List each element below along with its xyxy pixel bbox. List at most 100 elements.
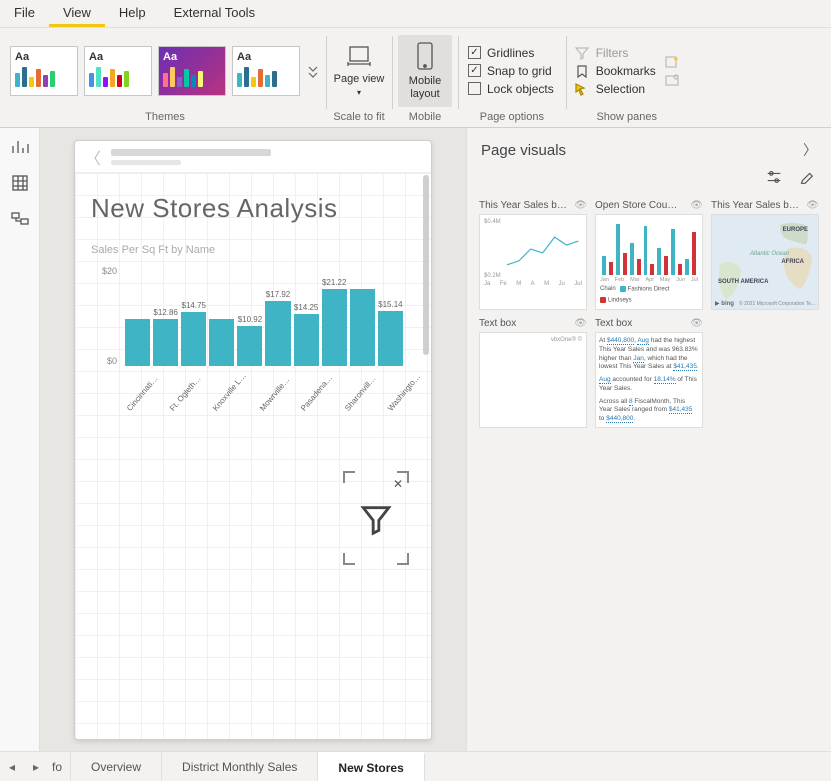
bar-column[interactable] [209,317,234,366]
bar-column[interactable] [125,317,150,366]
selection-pane-toggle[interactable]: Selection [574,82,656,96]
ribbon-group-mobile: Mobile layout Mobile [392,28,458,127]
tab-nav-next[interactable]: ▸ [24,752,48,781]
ribbon-group-show-panes: Filters Bookmarks Selection Show panes [566,28,688,127]
bar-column[interactable]: $12.86 [153,308,178,366]
remove-visual-icon[interactable]: ✕ [393,477,403,491]
visual-card-line[interactable]: This Year Sales b…👁 $0.4M$0.2M JaFeMAMJu… [479,200,587,310]
tab-new-stores[interactable]: New Stores [318,752,424,781]
panel-toolbar [467,168,831,194]
ribbon-label-themes: Themes [145,109,185,125]
mobile-frame: 〈 New Stores Analysis Sales Per Sq Ft by… [74,140,432,740]
menu-external-tools[interactable]: External Tools [160,0,269,27]
theme-thumb-3[interactable]: Aa [158,46,226,96]
visual-card-title: Open Store Cou… [595,200,677,211]
page-view-button[interactable]: Page view ▾ [332,35,386,107]
report-canvas[interactable]: 〈 New Stores Analysis Sales Per Sq Ft by… [40,128,466,751]
model-view-icon[interactable] [11,210,29,228]
checkbox-unchecked-icon [468,82,481,95]
bar-column[interactable] [350,287,375,366]
ribbon-label-scale: Scale to fit [333,109,384,125]
performance-icon [664,73,680,87]
resize-handle[interactable] [343,471,355,483]
mobile-icon [414,41,436,71]
theme-dropdown[interactable] [306,46,320,96]
report-title: New Stores Analysis [87,183,419,244]
theme-sample-text: Aa [15,51,73,63]
bar-chart-visual[interactable]: $20 $0 $12.86$14.75$10.92$17.92$14.25$21… [91,266,403,386]
theme-sample-text: Aa [89,51,147,63]
theme-sample-text: Aa [237,51,295,63]
menu-bar: File View Help External Tools [0,0,831,28]
tab-nav-prev[interactable]: ◂ [0,752,24,781]
page-visuals-panel: Page visuals 〉 This Year Sales b…👁 $0.4M… [466,128,831,751]
mobile-canvas[interactable]: New Stores Analysis Sales Per Sq Ft by N… [75,173,431,739]
visibility-icon[interactable]: 👁 [690,318,703,329]
slicer-visual[interactable]: ✕ [343,471,409,565]
panel-header: Page visuals 〉 [467,128,831,168]
performance-toggle[interactable] [664,73,680,87]
ribbon-group-themes: Aa Aa Aa Aa Themes [10,28,326,127]
menu-help[interactable]: Help [105,0,160,27]
visual-card-textbox1[interactable]: Text box👁 vbxOne® © [479,318,587,428]
main-area: 〈 New Stores Analysis Sales Per Sq Ft by… [0,128,831,751]
theme-thumb-1[interactable]: Aa [10,46,78,96]
back-icon[interactable]: 〈 [85,145,101,169]
visibility-icon[interactable]: 👁 [806,200,819,211]
theme-sample-text: Aa [163,51,221,63]
bar-column[interactable]: $15.14 [378,300,403,366]
data-view-icon[interactable] [11,174,29,192]
visibility-icon[interactable]: 👁 [690,200,703,211]
gridlines-checkbox[interactable]: ✓Gridlines [468,46,554,60]
resize-handle[interactable] [397,553,409,565]
theme-thumb-2[interactable]: Aa [84,46,152,96]
collapse-panel-icon[interactable]: 〉 [803,140,817,160]
bar-column[interactable]: $14.75 [181,301,206,366]
visual-card-bars[interactable]: Open Store Cou…👁 JanFebMarAprMayJunJul C… [595,200,703,310]
filters-pane-toggle[interactable]: Filters [574,46,656,60]
checkbox-checked-icon: ✓ [468,64,481,77]
panel-title: Page visuals [481,142,566,159]
line-chart-thumb [503,219,582,279]
funnel-icon [359,499,393,539]
mobile-header: 〈 [75,141,431,173]
eraser-icon[interactable] [797,168,815,186]
bookmark-icon [574,64,590,78]
bookmarks-pane-toggle[interactable]: Bookmarks [574,64,656,78]
visibility-icon[interactable]: 👁 [574,318,587,329]
tab-overview[interactable]: Overview [71,752,162,781]
clustered-bar-thumb [600,219,698,275]
visual-card-textbox2[interactable]: Text box👁 At $440,800, Aug had the highe… [595,318,703,428]
ribbon-label-mobile: Mobile [409,109,441,125]
tab-district-monthly-sales[interactable]: District Monthly Sales [162,752,318,781]
chevron-down-icon [308,64,318,78]
visual-card-title: Text box [479,318,516,329]
bar-column[interactable]: $10.92 [237,315,262,366]
scrollbar[interactable] [423,175,429,355]
mobile-layout-button[interactable]: Mobile layout [398,35,452,107]
menu-file[interactable]: File [0,0,49,27]
page-view-icon [345,43,373,69]
sync-slicers-toggle[interactable] [664,55,680,69]
theme-thumb-4[interactable]: Aa [232,46,300,96]
visibility-icon[interactable]: 👁 [574,200,587,211]
funnel-icon [574,46,590,60]
lock-objects-checkbox[interactable]: Lock objects [468,82,554,96]
settings-icon[interactable] [765,168,783,186]
resize-handle[interactable] [343,553,355,565]
bar-column[interactable]: $14.25 [294,303,319,366]
tab-partial[interactable]: fo [48,752,71,781]
bar-column[interactable]: $17.92 [265,290,290,366]
bar-column[interactable]: $21.22 [322,278,347,366]
chart-subtitle: Sales Per Sq Ft by Name [87,244,419,266]
ribbon-label-page-options: Page options [480,109,544,125]
report-view-icon[interactable] [11,138,29,156]
map-thumb: EUROPE AFRICA SOUTH AMERICA Atlantic Oce… [711,214,819,310]
textbox-content: At $440,800, Aug had the highest This Ye… [595,332,703,428]
snap-to-grid-checkbox[interactable]: ✓Snap to grid [468,64,554,78]
ribbon-label-show-panes: Show panes [596,109,657,125]
visual-card-map[interactable]: This Year Sales b…👁 EUROPE AFRICA SOUTH … [711,200,819,310]
theme-gallery: Aa Aa Aa Aa [10,46,320,96]
visuals-grid: This Year Sales b…👁 $0.4M$0.2M JaFeMAMJu… [467,194,831,434]
menu-view[interactable]: View [49,0,105,27]
